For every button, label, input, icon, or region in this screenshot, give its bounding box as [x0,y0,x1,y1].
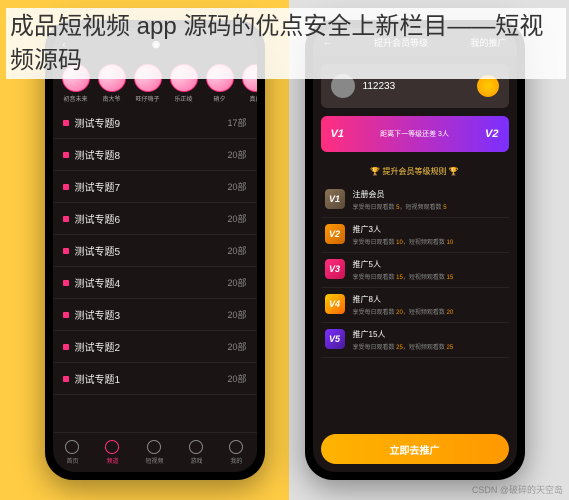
tier-row: V2 推广3人享受每日观看数 10，短视频观看数 10 [321,218,509,253]
story-name: 乐正绫 [167,94,201,103]
screen-right: ← 提升会员等级 我的推广 112233 V1 距离下一等级还差 3人 V2 🏆… [313,28,517,472]
tier-badge-icon: V4 [325,294,345,314]
tier-row: V4 推广8人享受每日观看数 20，短视频观看数 20 [321,288,509,323]
row-title: 测试专题5 [75,243,121,258]
tier-row: V5 推广15人享受每日观看数 25，短视频观看数 25 [321,323,509,358]
row-count: 20部 [227,212,246,225]
tab-item[interactable]: 短视频 [145,440,163,465]
bullet-icon [63,312,69,318]
bullet-icon [63,376,69,382]
watermark: CSDN @破碎的天空岛 [472,483,563,496]
row-count: 20部 [227,180,246,193]
story-name: 初音未来 [59,94,93,103]
row-count: 20部 [227,244,246,257]
phone-right: ← 提升会员等级 我的推广 112233 V1 距离下一等级还差 3人 V2 🏆… [305,20,525,480]
list-item[interactable]: 测试专题3 20部 [53,299,257,331]
tab-icon [189,440,203,454]
tab-icon [105,440,119,454]
bullet-icon [63,120,69,126]
row-title: 测试专题9 [75,115,121,130]
tab-label: 短视频 [145,456,163,465]
bullet-icon [63,152,69,158]
article-title: 成品短视频 app 源码的优点安全上新栏目——短视频源码 [6,8,566,79]
story-name: 南大爷 [95,94,129,103]
tab-icon [229,440,243,454]
list-item[interactable]: 测试专题7 20部 [53,171,257,203]
screen-left: ‹ ◉ 初音未来南大爷旺仔嗨子乐正绫硝夕真白 测试专题917部测试专题820部测… [53,28,257,472]
section-title: 🏆 提升会员等级规则 🏆 [313,160,517,183]
tier-desc: 享受每日观看数 5，短视频观看数 5 [353,202,447,211]
row-count: 20部 [227,308,246,321]
tab-item[interactable]: 游戏 [189,440,203,465]
bullet-icon [63,248,69,254]
tab-item[interactable]: 首页 [65,440,79,465]
tier-badge-icon: V5 [325,329,345,349]
user-id: 112233 [363,81,469,92]
tier-row: V3 推广5人享受每日观看数 15，短视频观看数 15 [321,253,509,288]
list-item[interactable]: 测试专题6 20部 [53,203,257,235]
tiers-list: V1 注册会员享受每日观看数 5，短视频观看数 5 V2 推广3人享受每日观看数 10… [313,183,517,426]
row-title: 测试专题8 [75,147,121,162]
row-title: 测试专题7 [75,179,121,194]
story-name: 真白 [239,94,257,103]
tier-title: 推广3人 [353,224,454,235]
story-name: 硝夕 [203,94,237,103]
tier-desc: 享受每日观看数 20，短视频观看数 20 [353,307,454,316]
row-title: 测试专题1 [75,371,121,386]
row-count: 20部 [227,148,246,161]
list-item[interactable]: 测试专题8 20部 [53,139,257,171]
tier-badge-icon: V2 [325,224,345,244]
progress-text: 距离下一等级还差 3人 [380,129,449,139]
tab-item[interactable]: 频道 [105,440,119,465]
bottom-tabbar: 首页 频道 短视频 游戏 我的 [53,432,257,472]
bullet-icon [63,184,69,190]
tier-title: 推广8人 [353,294,454,305]
list-item[interactable]: 测试专题1 20部 [53,363,257,395]
row-title: 测试专题6 [75,211,121,226]
list-item[interactable]: 测试专题5 20部 [53,235,257,267]
tab-label: 我的 [230,456,242,465]
row-count: 17部 [227,116,246,129]
tier-title: 推广15人 [353,329,454,340]
promote-button[interactable]: 立即去推广 [321,434,509,464]
progress-bar: V1 距离下一等级还差 3人 V2 [321,116,509,152]
tier-desc: 享受每日观看数 10，短视频观看数 10 [353,237,454,246]
list-item[interactable]: 测试专题9 17部 [53,107,257,139]
row-title: 测试专题3 [75,307,121,322]
story-name: 旺仔嗨子 [131,94,165,103]
list-item[interactable]: 测试专题2 20部 [53,331,257,363]
tier-badge-icon: V3 [325,259,345,279]
tier-desc: 享受每日观看数 25，短视频观看数 25 [353,342,454,351]
tab-item[interactable]: 我的 [229,440,243,465]
bullet-icon [63,344,69,350]
bullet-icon [63,280,69,286]
tier-desc: 享受每日观看数 15，短视频观看数 15 [353,272,454,281]
phone-left: ‹ ◉ 初音未来南大爷旺仔嗨子乐正绫硝夕真白 测试专题917部测试专题820部测… [45,20,265,480]
level-right: V2 [485,128,498,140]
topics-list[interactable]: 测试专题917部测试专题820部测试专题720部测试专题620部测试专题520部… [53,107,257,432]
tab-label: 首页 [66,456,78,465]
row-count: 20部 [227,276,246,289]
row-count: 20部 [227,372,246,385]
tier-title: 推广5人 [353,259,454,270]
tab-icon [65,440,79,454]
row-count: 20部 [227,340,246,353]
tab-label: 频道 [106,456,118,465]
tab-label: 游戏 [190,456,202,465]
tier-badge-icon: V1 [325,189,345,209]
level-left: V1 [331,128,344,140]
tier-row: V1 注册会员享受每日观看数 5，短视频观看数 5 [321,183,509,218]
row-title: 测试专题2 [75,339,121,354]
list-item[interactable]: 测试专题4 20部 [53,267,257,299]
tier-title: 注册会员 [353,189,447,200]
tab-icon [147,440,161,454]
bullet-icon [63,216,69,222]
row-title: 测试专题4 [75,275,121,290]
